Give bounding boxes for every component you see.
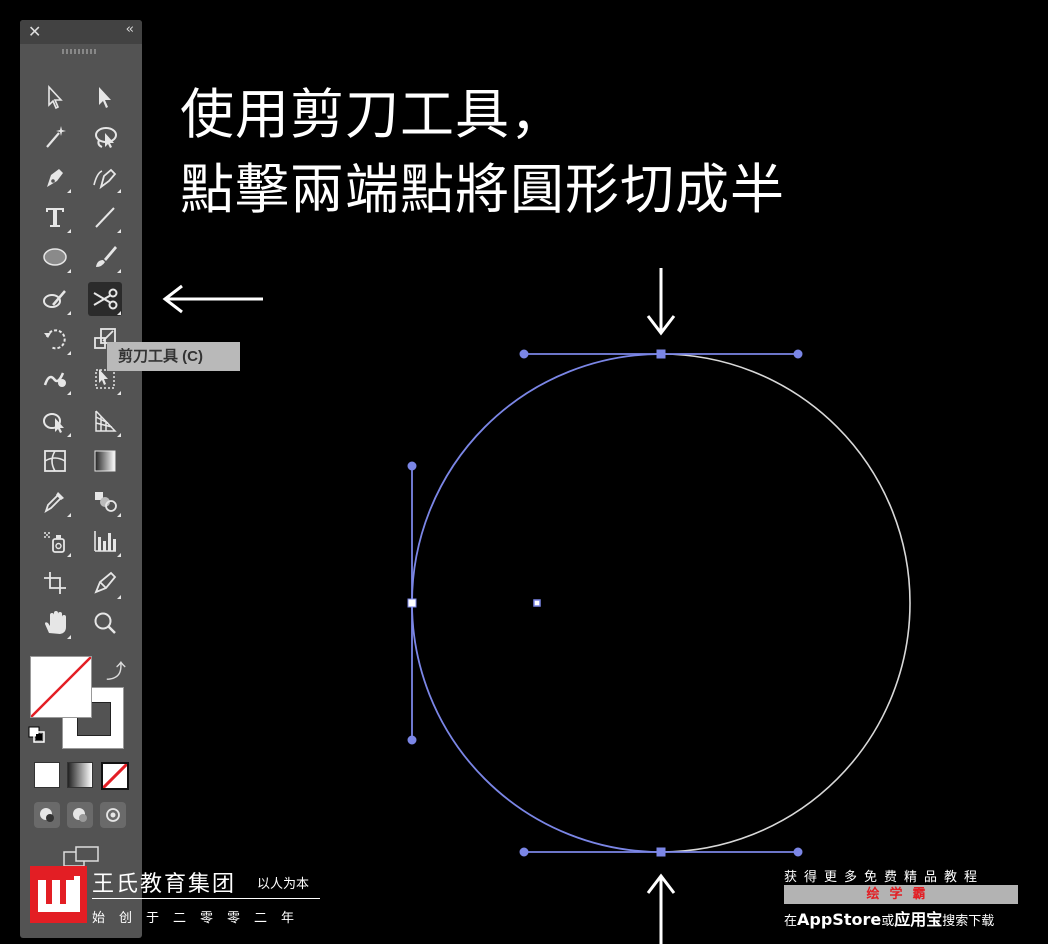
shaper-tool[interactable] [38,282,72,316]
brand-founded: 始创于二零零二年 [92,911,309,926]
tool-tooltip: 剪刀工具 (C) [107,342,240,371]
draw-normal-icon [40,808,54,822]
slice-tool[interactable] [88,566,122,600]
gradient-icon [94,450,116,472]
none-mode-button[interactable] [101,762,129,790]
brand-name: 王氏教育集团 [92,872,237,897]
arrow-solid-icon [99,87,111,108]
tools-panel-header: ✕ ‹‹ [20,20,142,44]
bottom-handle [519,847,803,857]
swap-fill-stroke-icon[interactable]: ⤴ [106,655,126,684]
color-mode-button[interactable] [34,762,60,788]
zoom-tool[interactable] [88,606,122,640]
w-logo-icon [38,876,80,912]
draw-normal-button[interactable] [34,802,60,828]
draw-inside-button[interactable] [100,802,126,828]
gradient-tool[interactable] [88,444,122,478]
promo-heading: 获得更多免费精品教程 [784,870,985,885]
slice-icon [94,571,117,594]
lasso-icon [95,127,117,148]
instruction-line-1: 使用剪刀工具， [180,83,565,146]
fill-swatch[interactable] [30,656,92,718]
draw-behind-icon [73,808,87,822]
draw-inside-icon [106,808,120,822]
warp-tool[interactable] [38,362,72,396]
perspective-grid-icon [95,410,117,432]
arrow-outline-icon [48,84,63,110]
promo-download-text: 在AppStore或应用宝搜索下载 [784,910,995,929]
mesh-tool[interactable] [38,444,72,478]
column-graph-tool[interactable] [88,524,122,558]
scissors-tool[interactable] [88,282,122,316]
gradient-mode-button[interactable] [67,762,93,788]
type-tool[interactable] [38,200,72,234]
circle-path [411,353,911,853]
scissors-icon [93,288,118,310]
symbol-sprayer-tool[interactable] [38,524,72,558]
direct-selection-tool[interactable] [88,80,122,114]
symbol-sprayer-icon [44,532,65,553]
paintbrush-icon [96,246,117,267]
mesh-icon [44,450,66,472]
ellipse-icon [43,248,67,266]
none-slash-icon [103,764,127,788]
ellipse-tool[interactable] [38,240,72,274]
eyedropper-tool[interactable] [38,484,72,518]
up-arrow-icon [646,873,676,944]
default-fill-stroke-icon[interactable] [28,726,46,744]
hand-icon [45,611,66,634]
type-icon [46,208,64,227]
panel-grip[interactable] [62,49,98,54]
magic-wand-tool[interactable] [38,120,72,154]
pen-icon [47,169,63,187]
left-arrow-icon [162,284,263,314]
top-handle [519,349,803,359]
left-handle [407,461,417,745]
pen-tool[interactable] [38,160,72,194]
selection-tool[interactable] [38,80,72,114]
rotate-icon [44,329,66,350]
brand-divider [92,898,320,899]
center-point [533,599,541,607]
brand-logo [30,866,87,923]
curvature-tool[interactable] [88,160,122,194]
eyedropper-icon [44,492,64,514]
brand-slogan: 以人为本 [257,877,310,892]
screen-mode-icon[interactable] [62,846,102,867]
column-graph-icon [94,531,116,552]
artboard-icon [44,572,66,594]
line-icon [95,207,115,228]
tools-panel: ✕ ‹‹ [20,20,142,938]
down-arrow-icon [646,268,676,336]
blend-icon [95,492,117,512]
lasso-tool[interactable] [88,120,122,154]
close-icon[interactable]: ✕ [28,22,41,41]
zoom-icon [94,612,116,634]
hand-tool[interactable] [38,606,72,640]
shape-builder-tool[interactable] [38,404,72,438]
draw-behind-button[interactable] [67,802,93,828]
magic-wand-icon [46,126,66,148]
blend-tool[interactable] [88,484,122,518]
collapse-icon[interactable]: ‹‹ [126,22,135,37]
warp-icon [43,372,66,387]
paintbrush-tool[interactable] [88,240,122,274]
artboard-tool[interactable] [38,566,72,600]
promo-app-name: 绘学霸 [784,885,1018,904]
rotate-tool[interactable] [38,322,72,356]
perspective-grid-tool[interactable] [88,404,122,438]
shaper-icon [43,290,66,308]
none-slash-icon [31,657,91,717]
instruction-line-2: 點擊兩端點將圓形切成半 [180,158,785,221]
curvature-pen-icon [93,168,117,190]
shape-builder-icon [43,413,64,433]
line-tool[interactable] [88,200,122,234]
